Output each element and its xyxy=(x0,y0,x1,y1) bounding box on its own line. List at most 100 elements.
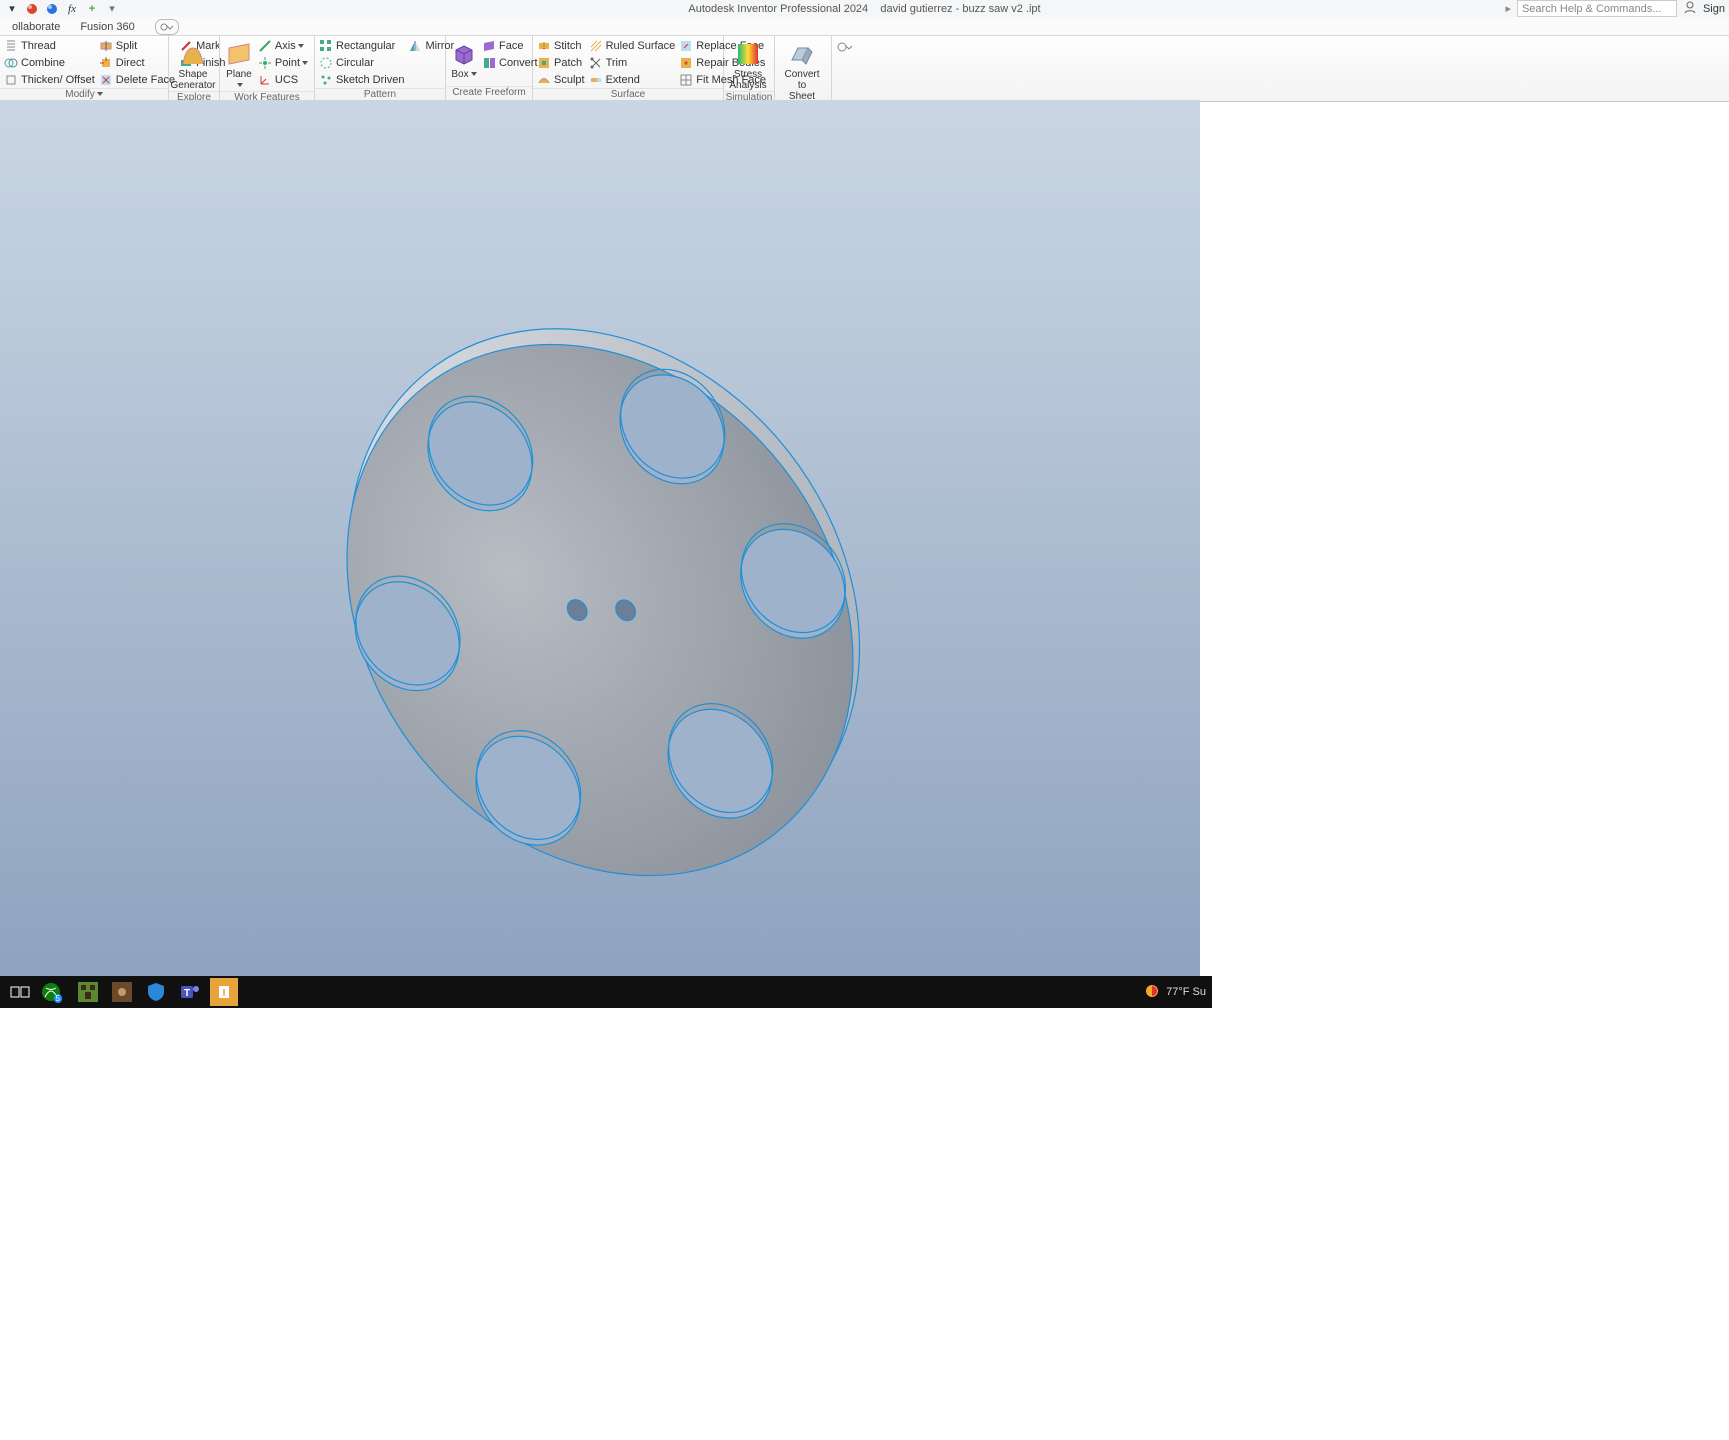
plane-icon xyxy=(225,40,253,68)
sign-in-label[interactable]: Sign xyxy=(1703,3,1725,15)
axis-button[interactable]: Axis xyxy=(258,38,308,54)
3d-viewport[interactable] xyxy=(0,100,1200,976)
ruled-icon xyxy=(589,39,603,53)
thicken-offset-button[interactable]: Thicken/ Offset xyxy=(4,72,95,88)
search-placeholder: Search Help & Commands... xyxy=(1522,3,1661,15)
task-view-icon[interactable] xyxy=(6,978,34,1006)
weather-text[interactable]: 77°F Su xyxy=(1166,986,1206,998)
system-tray: 77°F Su xyxy=(1144,983,1206,1002)
panel-surface: Stitch Patch Sculpt Ruled Surface Trim E… xyxy=(533,36,724,101)
replace-face-icon xyxy=(679,39,693,53)
trim-label: Trim xyxy=(606,57,628,69)
ruled-surface-button[interactable]: Ruled Surface xyxy=(589,38,676,54)
document-name: buzz saw v2 .ipt xyxy=(962,3,1040,15)
search-input[interactable]: Search Help & Commands... xyxy=(1517,0,1677,17)
plane-label: Plane xyxy=(224,69,254,91)
ribbon-overflow[interactable] xyxy=(832,36,858,101)
thread-icon xyxy=(4,39,18,53)
rectangular-icon xyxy=(319,39,333,53)
point-button[interactable]: Point xyxy=(258,55,308,71)
split-button[interactable]: Split xyxy=(99,38,175,54)
quick-access-toolbar: ▾ fx + ▾ xyxy=(4,1,120,17)
windows-taskbar: 5 T I 77°F Su xyxy=(0,976,1212,1008)
plane-button[interactable]: Plane xyxy=(224,38,254,91)
trim-button[interactable]: Trim xyxy=(589,55,676,71)
ucs-label: UCS xyxy=(275,74,298,86)
stitch-icon xyxy=(537,39,551,53)
ruled-label: Ruled Surface xyxy=(606,40,676,52)
patch-label: Patch xyxy=(554,57,582,69)
ucs-icon xyxy=(258,73,272,87)
box-label: Box xyxy=(451,69,476,80)
sketch-driven-label: Sketch Driven xyxy=(336,74,404,86)
panel-freeform: Box Face Convert Create Freeform xyxy=(446,36,533,101)
panel-explore: Shape Generator Explore xyxy=(169,36,220,101)
stress-analysis-label: Stress Analysis xyxy=(729,69,766,91)
modify-dropdown-label: Modify xyxy=(65,89,102,100)
teams-icon[interactable]: T xyxy=(176,978,204,1006)
weather-icon[interactable] xyxy=(1144,983,1160,1002)
shape-generator-button[interactable]: Shape Generator xyxy=(170,38,215,91)
canvas-area: × xyxy=(0,100,1729,1440)
stitch-button[interactable]: Stitch xyxy=(537,38,585,54)
face-button[interactable]: Face xyxy=(482,38,538,54)
inventor-taskbar-icon[interactable]: I xyxy=(210,978,238,1006)
thread-button[interactable]: Thread xyxy=(4,38,95,54)
circular-icon xyxy=(319,56,333,70)
repair-icon xyxy=(679,56,693,70)
rectangular-label: Rectangular xyxy=(336,40,395,52)
tab-fusion360[interactable]: Fusion 360 xyxy=(70,19,144,35)
panel-work-features: Plane Axis Point UCS Work Features xyxy=(220,36,315,101)
patch-button[interactable]: Patch xyxy=(537,55,585,71)
box-button[interactable]: Box xyxy=(450,38,478,80)
combine-button[interactable]: Combine xyxy=(4,55,95,71)
title-bar: ▾ fx + ▾ Autodesk Inventor Professional … xyxy=(0,0,1729,17)
ucs-button[interactable]: UCS xyxy=(258,72,308,88)
app-menu-caret-icon[interactable]: ▾ xyxy=(4,1,20,17)
circular-pattern-button[interactable]: Circular xyxy=(319,55,404,71)
convert-freeform-button[interactable]: Convert xyxy=(482,55,538,71)
sculpt-icon xyxy=(537,73,551,87)
combine-label: Combine xyxy=(21,57,65,69)
extend-label: Extend xyxy=(606,74,640,86)
stress-analysis-icon xyxy=(734,40,762,68)
window-title: Autodesk Inventor Professional 2024 davi… xyxy=(0,3,1729,15)
delete-face-button[interactable]: Delete Face xyxy=(99,72,175,88)
title-bar-right: ▸ Search Help & Commands... Sign xyxy=(1505,0,1725,17)
sign-in-icon[interactable] xyxy=(1683,0,1697,17)
parameters-fx-icon[interactable]: fx xyxy=(64,1,80,17)
search-icon[interactable]: ▸ xyxy=(1505,2,1511,15)
extend-button[interactable]: Extend xyxy=(589,72,676,88)
add-command-plus-icon[interactable]: + xyxy=(84,1,100,17)
delete-face-label: Delete Face xyxy=(116,74,175,86)
security-shield-icon[interactable] xyxy=(142,978,170,1006)
shape-generator-icon xyxy=(179,40,207,68)
qat-customize-caret-icon[interactable]: ▾ xyxy=(104,1,120,17)
svg-text:T: T xyxy=(184,988,190,999)
delete-face-icon xyxy=(99,73,113,87)
tab-collaborate[interactable]: ollaborate xyxy=(2,19,70,35)
appearance-red-icon[interactable] xyxy=(24,1,40,17)
face-icon xyxy=(482,39,496,53)
direct-button[interactable]: Direct xyxy=(99,55,175,71)
thread-label: Thread xyxy=(21,40,56,52)
ribbon-appearance-button[interactable] xyxy=(155,19,179,35)
circular-label: Circular xyxy=(336,57,374,69)
mirror-icon xyxy=(408,39,422,53)
app-brown-icon[interactable] xyxy=(108,978,136,1006)
sketch-driven-button[interactable]: Sketch Driven xyxy=(319,72,404,88)
stress-analysis-button[interactable]: Stress Analysis xyxy=(728,38,768,91)
split-icon xyxy=(99,39,113,53)
sculpt-button[interactable]: Sculpt xyxy=(537,72,585,88)
sculpt-label: Sculpt xyxy=(554,74,585,86)
panel-freeform-title: Create Freeform xyxy=(446,86,532,101)
sketch-driven-icon xyxy=(319,73,333,87)
minecraft-icon[interactable] xyxy=(74,978,102,1006)
thicken-label: Thicken/ Offset xyxy=(21,74,95,86)
material-blue-icon[interactable] xyxy=(44,1,60,17)
xbox-icon[interactable]: 5 xyxy=(40,978,68,1006)
face-label: Face xyxy=(499,40,523,52)
rectangular-pattern-button[interactable]: Rectangular xyxy=(319,38,404,54)
direct-label: Direct xyxy=(116,57,145,69)
svg-text:I: I xyxy=(223,988,226,999)
